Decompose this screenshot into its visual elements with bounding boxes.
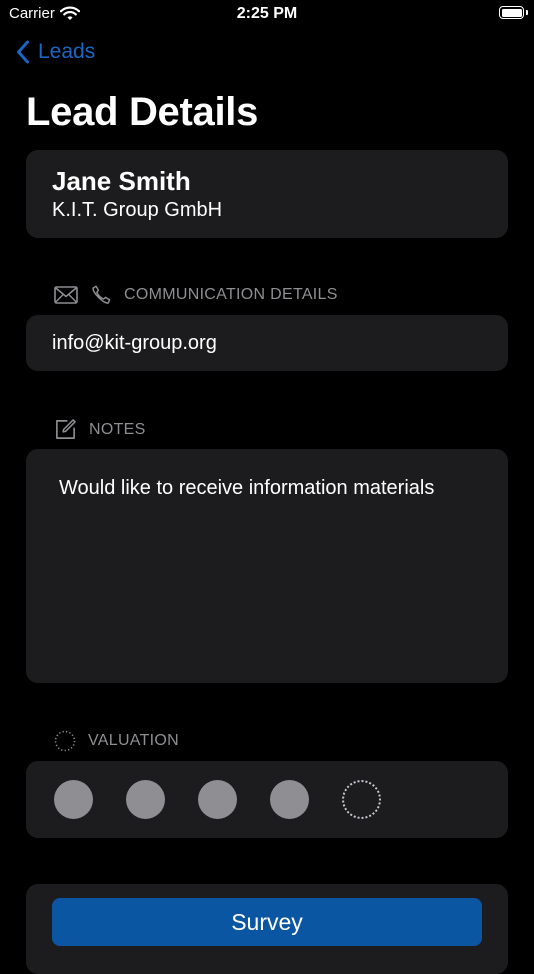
chevron-left-icon bbox=[16, 40, 30, 64]
page-title: Lead Details bbox=[26, 90, 259, 134]
notes-header: NOTES bbox=[54, 418, 146, 441]
phone-icon bbox=[90, 284, 112, 306]
rating-dot-1[interactable] bbox=[54, 780, 93, 819]
compose-icon bbox=[54, 418, 77, 441]
valuation-header-label: VALUATION bbox=[88, 732, 180, 749]
rating-dot-4[interactable] bbox=[270, 780, 309, 819]
email-field[interactable]: info@kit-group.org bbox=[26, 315, 508, 371]
rating-dot-5[interactable] bbox=[342, 780, 381, 819]
notes-text: Would like to receive information materi… bbox=[59, 477, 435, 499]
status-bar: Carrier 2:25 PM bbox=[0, 0, 534, 30]
valuation-header: VALUATION bbox=[54, 730, 179, 752]
notes-text-area[interactable]: Would like to receive information materi… bbox=[26, 449, 508, 683]
back-button-label: Leads bbox=[38, 40, 96, 63]
notes-header-label: NOTES bbox=[89, 420, 146, 438]
envelope-icon bbox=[54, 286, 78, 304]
survey-button[interactable]: Survey bbox=[52, 898, 482, 946]
communication-header: COMMUNICATION DETAILS bbox=[54, 284, 338, 306]
back-button[interactable]: Leads bbox=[16, 40, 95, 64]
rating-dot-3[interactable] bbox=[198, 780, 237, 819]
lead-company: K.I.T. Group GmbH bbox=[52, 199, 223, 221]
lead-name: Jane Smith bbox=[52, 166, 191, 196]
email-value: info@kit-group.org bbox=[52, 331, 217, 354]
survey-card: Survey bbox=[26, 884, 508, 974]
dotted-circle-icon bbox=[54, 730, 76, 752]
status-time: 2:25 PM bbox=[236, 5, 298, 22]
communication-header-label: COMMUNICATION DETAILS bbox=[124, 286, 338, 303]
battery-tip bbox=[526, 10, 528, 15]
rating-selector bbox=[26, 761, 508, 838]
battery-icon bbox=[499, 6, 524, 19]
lead-card: Jane Smith K.I.T. Group GmbH bbox=[26, 150, 508, 238]
rating-dot-2[interactable] bbox=[126, 780, 165, 819]
